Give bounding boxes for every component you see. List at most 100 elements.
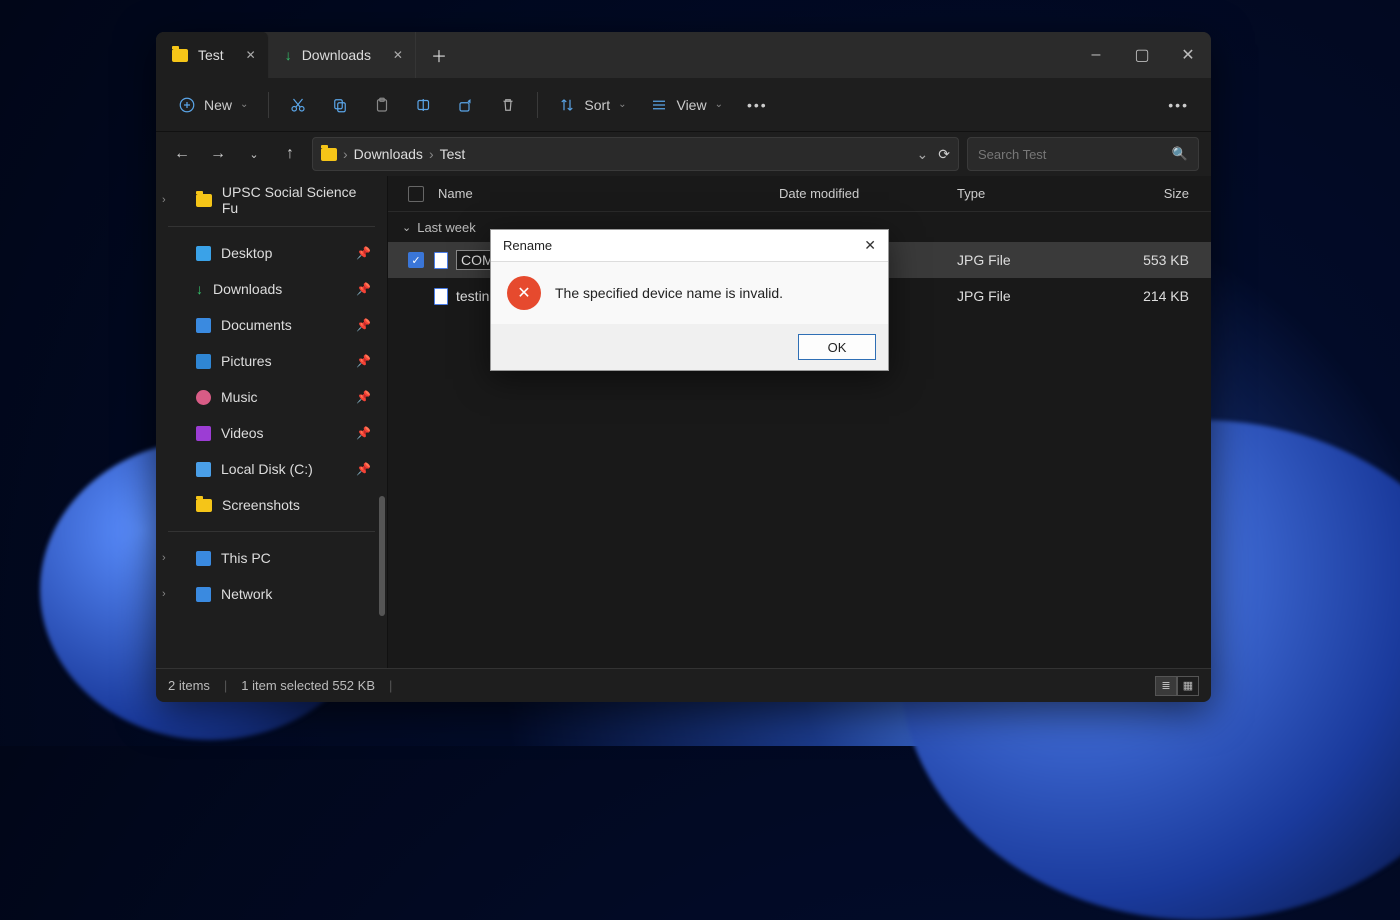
details-view-button[interactable]: ≣ [1155,676,1177,696]
minimize-button[interactable]: – [1073,32,1119,78]
copy-button[interactable] [321,87,359,123]
sidebar-item-desktop[interactable]: Desktop 📌 [156,235,387,271]
titlebar: Test ✕ ↓ Downloads ✕ ＋ – ▢ ✕ [156,32,1211,78]
file-size: 553 KB [1113,252,1211,268]
paste-button[interactable] [363,87,401,123]
pin-icon: 📌 [356,354,371,368]
forward-button[interactable]: → [204,140,232,168]
folder-icon [196,499,212,512]
sidebar-item-screenshots[interactable]: Screenshots [156,487,387,523]
sidebar-item-upsc[interactable]: › UPSC Social Science Fu [156,182,387,218]
tab-label: Downloads [302,47,371,63]
folder-icon [321,148,337,161]
new-tab-button[interactable]: ＋ [416,43,462,67]
maximize-button[interactable]: ▢ [1119,32,1165,78]
address-bar[interactable]: › Downloads › Test ⌄ ⟳ [312,137,959,171]
up-button[interactable]: ↑ [276,140,304,168]
tab-test[interactable]: Test ✕ [156,32,269,78]
file-type: JPG File [957,252,1113,268]
dialog-close-button[interactable]: ✕ [864,237,876,254]
tab-downloads[interactable]: ↓ Downloads ✕ [269,32,416,78]
sidebar: › UPSC Social Science Fu Desktop 📌 ↓ Dow… [156,176,388,668]
sidebar-item-label: Local Disk (C:) [221,461,313,477]
delete-button[interactable] [489,87,527,123]
sidebar-item-label: Pictures [221,353,272,369]
close-button[interactable]: ✕ [1165,32,1211,78]
folder-icon [196,194,212,207]
sidebar-item-label: Screenshots [222,497,300,513]
status-items: 2 items [168,678,210,693]
cut-button[interactable] [279,87,317,123]
breadcrumb-sep: › [343,146,348,162]
sidebar-item-downloads[interactable]: ↓ Downloads 📌 [156,271,387,307]
refresh-icon[interactable]: ⟳ [938,146,950,163]
separator: | [224,678,227,693]
rename-error-dialog: Rename ✕ ✕ The specified device name is … [490,229,889,371]
scrollbar[interactable] [379,496,385,616]
sidebar-item-pictures[interactable]: Pictures 📌 [156,343,387,379]
tab-label: Test [198,47,224,63]
sidebar-item-label: Music [221,389,258,405]
window-controls: – ▢ ✕ [1073,32,1211,78]
music-icon [196,390,211,405]
tiles-view-button[interactable]: ▦ [1177,676,1199,696]
column-name[interactable]: Name [434,186,779,201]
overflow-button[interactable]: ••• [1158,87,1199,123]
separator [168,226,375,227]
file-type: JPG File [957,288,1113,304]
pin-icon: 📌 [356,426,371,440]
dialog-footer: OK [491,324,888,370]
recent-button[interactable]: ⌄ [240,140,268,168]
sort-icon [558,96,576,114]
documents-icon [196,318,211,333]
disk-icon [196,462,211,477]
breadcrumb-segment[interactable]: Test [440,146,466,162]
sidebar-item-label: UPSC Social Science Fu [222,184,375,216]
sidebar-item-this-pc[interactable]: › This PC [156,540,387,576]
pictures-icon [196,354,211,369]
cut-icon [289,96,307,114]
sidebar-item-videos[interactable]: Videos 📌 [156,415,387,451]
more-button[interactable]: ••• [737,87,778,123]
sidebar-item-label: Network [221,586,272,602]
folder-icon [172,49,188,62]
breadcrumb-segment[interactable]: Downloads [354,146,423,162]
sidebar-item-documents[interactable]: Documents 📌 [156,307,387,343]
sidebar-item-label: This PC [221,550,271,566]
chevron-down-icon[interactable]: ⌄ [917,146,929,163]
separator [168,531,375,532]
ok-button[interactable]: OK [798,334,876,360]
pin-icon: 📌 [356,282,371,296]
status-bar: 2 items | 1 item selected 552 KB | ≣ ▦ [156,668,1211,702]
column-size[interactable]: Size [1113,186,1211,201]
column-date[interactable]: Date modified [779,186,957,201]
pin-icon: 📌 [356,318,371,332]
new-button[interactable]: New ⌄ [168,87,258,123]
ellipsis-icon: ••• [747,97,768,113]
select-all-checkbox[interactable] [398,186,434,202]
new-label: New [204,97,232,113]
sidebar-item-label: Documents [221,317,292,333]
chevron-right-icon: › [162,588,166,600]
download-icon: ↓ [285,47,292,63]
back-button[interactable]: ← [168,140,196,168]
pin-icon: 📌 [356,462,371,476]
share-button[interactable] [447,87,485,123]
sidebar-item-network[interactable]: › Network [156,576,387,612]
rename-button[interactable] [405,87,443,123]
tab-close-icon[interactable]: ✕ [393,48,403,62]
row-checkbox[interactable]: ✓ [408,252,424,268]
column-type[interactable]: Type [957,186,1113,201]
view-button[interactable]: View ⌄ [640,87,732,123]
view-toggle: ≣ ▦ [1155,676,1199,696]
sidebar-item-music[interactable]: Music 📌 [156,379,387,415]
chevron-right-icon: › [162,194,166,206]
search-input[interactable]: Search Test 🔍 [967,137,1199,171]
sidebar-item-local-disk[interactable]: Local Disk (C:) 📌 [156,451,387,487]
sort-button[interactable]: Sort ⌄ [548,87,636,123]
dialog-body: ✕ The specified device name is invalid. [491,262,888,324]
rename-icon [415,96,433,114]
ellipsis-icon: ••• [1168,97,1189,113]
desktop-icon [196,246,211,261]
tab-close-icon[interactable]: ✕ [246,48,256,62]
